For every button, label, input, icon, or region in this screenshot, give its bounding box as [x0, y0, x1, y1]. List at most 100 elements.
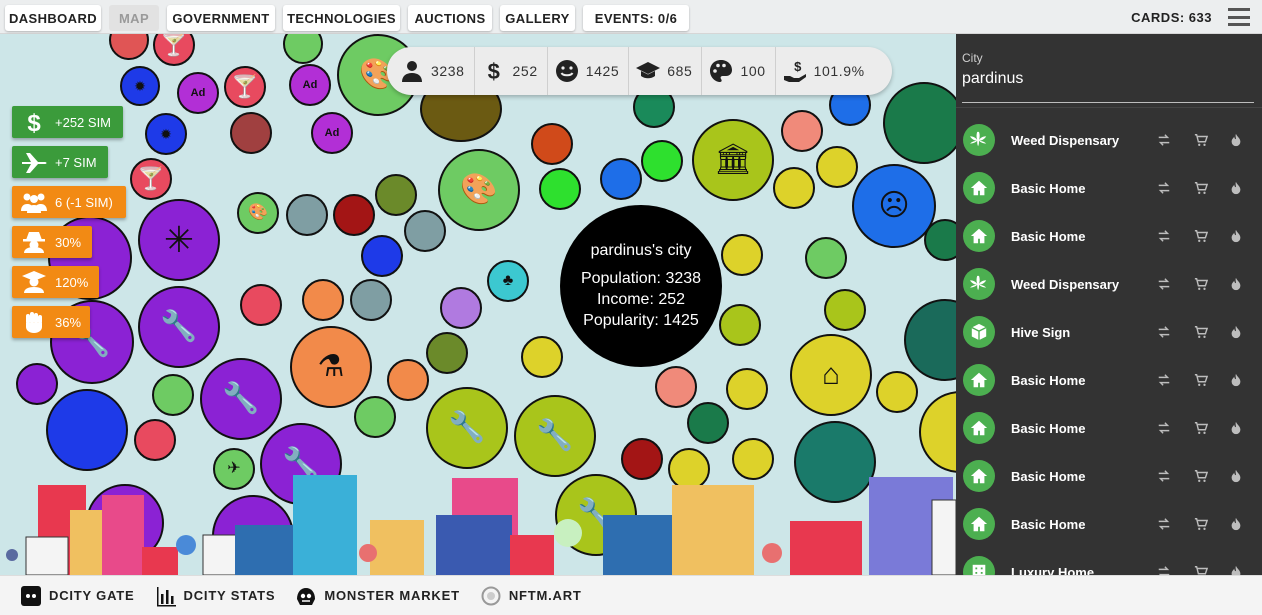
education-pill[interactable]: 120%	[12, 266, 99, 298]
palette-bubble[interactable]: 🎨	[438, 149, 520, 231]
hamburger-menu-icon[interactable]	[1228, 8, 1250, 26]
wrench-bubble[interactable]: 🔧	[200, 358, 282, 440]
face-bubble[interactable]	[404, 210, 446, 252]
toolbox-bubble[interactable]	[46, 389, 128, 471]
face-bubble[interactable]	[350, 279, 392, 321]
ad-bubble[interactable]: Ad	[311, 112, 353, 154]
cart-icon[interactable]	[1193, 516, 1209, 532]
card-list-item[interactable]: Weed Dispensary	[956, 260, 1262, 308]
burn-fire-icon[interactable]	[1228, 132, 1244, 148]
dumbbell-bubble[interactable]	[333, 194, 375, 236]
palette-bubble[interactable]	[781, 110, 823, 152]
burn-fire-icon[interactable]	[1228, 420, 1244, 436]
cart-icon[interactable]	[1193, 564, 1209, 575]
card-list-item[interactable]: Weed Dispensary	[956, 116, 1262, 164]
burn-fire-icon[interactable]	[1228, 564, 1244, 575]
cart-icon[interactable]	[1193, 180, 1209, 196]
transfer-icon[interactable]	[1156, 132, 1172, 148]
bank-bubble[interactable]	[876, 371, 918, 413]
wrench-bubble[interactable]	[719, 304, 761, 346]
office-bubble[interactable]	[904, 299, 956, 381]
cocktail-bubble[interactable]: 🍸	[130, 158, 172, 200]
cocktail-bubble[interactable]: 🍸	[153, 34, 195, 66]
tools-bubble[interactable]	[354, 396, 396, 438]
museum-bubble[interactable]	[230, 112, 272, 154]
tent-bubble[interactable]	[641, 140, 683, 182]
revolution-pill[interactable]: 36%	[12, 306, 90, 338]
building-bubble[interactable]	[687, 402, 729, 444]
transfer-icon[interactable]	[1156, 420, 1172, 436]
cannabis-bubble[interactable]	[440, 287, 482, 329]
wrench-bubble[interactable]: 🔧	[138, 286, 220, 368]
unemployment-pill[interactable]: 6 (-1 SIM)	[12, 186, 126, 218]
cart-icon[interactable]	[1193, 324, 1209, 340]
burn-fire-icon[interactable]	[1228, 516, 1244, 532]
cocktail-bubble[interactable]: 🍸	[224, 66, 266, 108]
dumbbell-bubble[interactable]	[621, 438, 663, 480]
cart-icon[interactable]	[1193, 276, 1209, 292]
transfer-icon[interactable]	[1156, 228, 1172, 244]
card-list-item[interactable]: Luxury Home	[956, 548, 1262, 575]
card-list-item[interactable]: Basic Home	[956, 212, 1262, 260]
burn-fire-icon[interactable]	[1228, 228, 1244, 244]
monster-market-link[interactable]: MONSTER MARKET	[295, 585, 459, 607]
factory-bubble[interactable]	[816, 146, 858, 188]
building-bubble[interactable]	[924, 219, 956, 261]
face-bubble[interactable]	[286, 194, 328, 236]
transfer-icon[interactable]	[1156, 468, 1172, 484]
transfer-icon[interactable]	[1156, 324, 1172, 340]
nav-auctions-button[interactable]: AUCTIONS	[408, 5, 492, 31]
cart-icon[interactable]	[1193, 372, 1209, 388]
cart-icon[interactable]	[1193, 468, 1209, 484]
cart-icon[interactable]	[1193, 132, 1209, 148]
city-map[interactable]: 🍸 🎨 ✹ Ad 🍸 Ad ✹ Ad 🍸 ✳ 🎨 🎨 🏛 ☹ ♣ 🔧 🔧 ⚗ ⌂	[0, 34, 956, 575]
city-field[interactable]: City pardinus	[962, 44, 1254, 103]
card-list-item[interactable]: Hive Sign	[956, 308, 1262, 356]
burn-fire-icon[interactable]	[1228, 180, 1244, 196]
transfer-icon[interactable]	[1156, 564, 1172, 575]
card-list-item[interactable]: Basic Home	[956, 404, 1262, 452]
factory-bubble[interactable]	[773, 167, 815, 209]
card-list-item[interactable]: Basic Home	[956, 356, 1262, 404]
cart-icon[interactable]	[1193, 420, 1209, 436]
city-field-value[interactable]: pardinus	[962, 70, 1023, 88]
ad-bubble[interactable]: Ad	[289, 64, 331, 106]
piggy-bubble[interactable]	[375, 174, 417, 216]
tree-bubble[interactable]: ♣	[487, 260, 529, 302]
piggy-bubble[interactable]	[426, 332, 468, 374]
ad-bubble[interactable]: Ad	[177, 72, 219, 114]
dcity-stats-link[interactable]: DCITY STATS	[155, 585, 276, 607]
sim-income-pill[interactable]: $ +252 SIM	[12, 106, 123, 138]
crime-pill[interactable]: 30%	[12, 226, 92, 258]
flask-bubble[interactable]	[387, 359, 429, 401]
cocktail-bubble[interactable]	[240, 284, 282, 326]
nftm-art-link[interactable]: NFTM.ART	[480, 585, 582, 607]
factory-bubble[interactable]	[521, 336, 563, 378]
burn-fire-icon[interactable]	[1228, 468, 1244, 484]
palette-bubble[interactable]: 🎨	[237, 192, 279, 234]
wrench-bubble[interactable]: 🔧	[514, 395, 596, 477]
image-bubble[interactable]	[805, 237, 847, 279]
burn-fire-icon[interactable]	[1228, 372, 1244, 388]
nav-gallery-button[interactable]: GALLERY	[500, 5, 575, 31]
palette-bubble[interactable]	[655, 366, 697, 408]
card-list-item[interactable]: Basic Home	[956, 164, 1262, 212]
transfer-icon[interactable]	[1156, 516, 1172, 532]
transfer-icon[interactable]	[1156, 372, 1172, 388]
flask-bubble[interactable]	[302, 279, 344, 321]
virus-bubble[interactable]: ✹	[145, 113, 187, 155]
nav-technologies-button[interactable]: TECHNOLOGIES	[283, 5, 400, 31]
virus-bubble[interactable]: ✹	[120, 66, 160, 106]
dcity-gate-link[interactable]: DCITY GATE	[20, 585, 135, 607]
factory-bubble[interactable]	[732, 438, 774, 480]
tourism-pill[interactable]: +7 SIM	[12, 146, 108, 178]
building-bubble[interactable]	[109, 34, 149, 60]
card-list-item[interactable]: Basic Home	[956, 500, 1262, 548]
nav-events-button[interactable]: EVENTS: 0/6	[583, 5, 689, 31]
transfer-icon[interactable]	[1156, 180, 1172, 196]
factory-bubble[interactable]	[721, 234, 763, 276]
tent-bubble[interactable]	[539, 168, 581, 210]
burn-fire-icon[interactable]	[1228, 276, 1244, 292]
wrench-bubble[interactable]: 🔧	[426, 387, 508, 469]
nav-map-button[interactable]: MAP	[109, 5, 159, 31]
